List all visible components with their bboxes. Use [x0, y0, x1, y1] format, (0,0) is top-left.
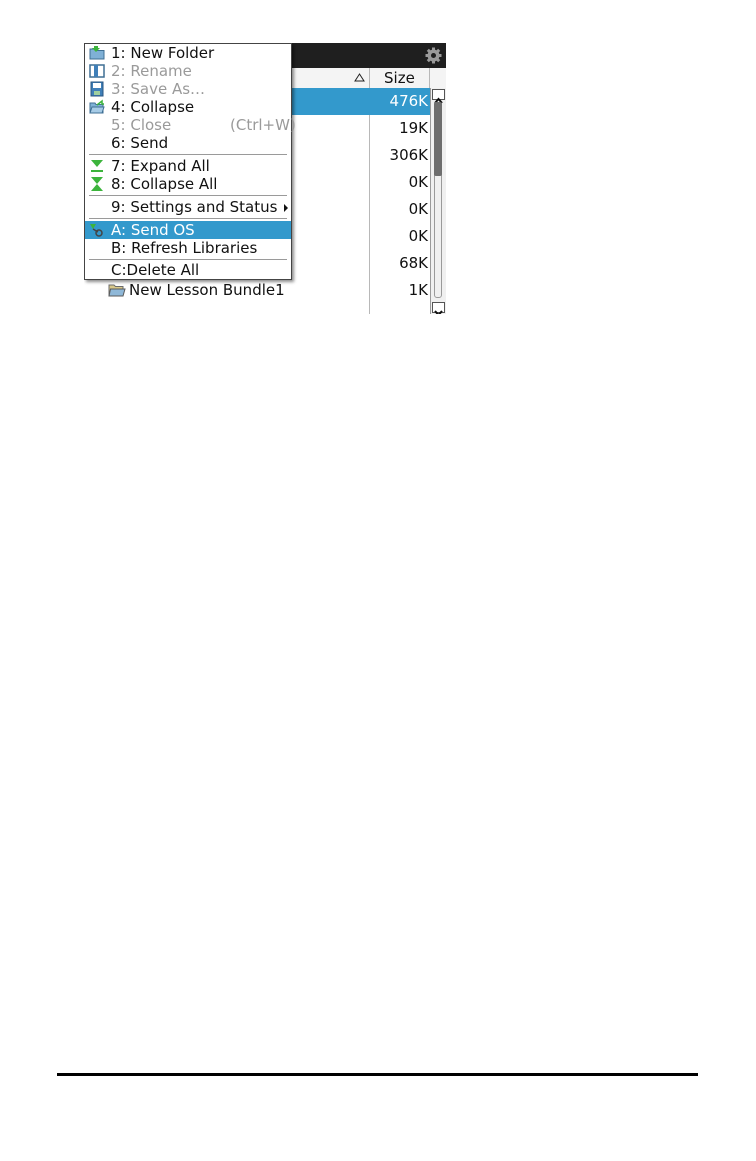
file-size: 68K	[369, 250, 430, 277]
menu-item-close[interactable]: 5: Close (Ctrl+W)	[85, 116, 296, 134]
rename-icon	[89, 64, 105, 78]
menu-item-label: 7: Expand All	[111, 157, 210, 175]
menu-separator	[89, 154, 287, 155]
menu-item-label: 2: Rename	[111, 62, 192, 80]
file-size: 0K	[369, 169, 430, 196]
menu-separator	[89, 195, 287, 196]
menu-item-collapse-all[interactable]: 8: Collapse All	[85, 175, 291, 193]
menu-item-label: B: Refresh Libraries	[111, 239, 258, 257]
gear-icon[interactable]	[425, 47, 442, 64]
send-os-icon	[90, 224, 103, 237]
submenu-arrow-icon	[284, 204, 288, 212]
menu-item-expand-all[interactable]: 7: Expand All	[85, 157, 291, 175]
scroll-thumb[interactable]	[434, 102, 442, 176]
file-size: 0K	[369, 196, 430, 223]
menu-item-label: C:Delete All	[111, 261, 200, 279]
file-size: 476K	[369, 88, 430, 115]
sort-ascending-icon[interactable]	[354, 73, 365, 82]
menu-item-send-os[interactable]: A: Send OS	[85, 221, 291, 239]
collapse-all-icon	[91, 177, 103, 191]
file-row-partial[interactable]	[84, 304, 430, 314]
size-column-header[interactable]: Size	[369, 68, 430, 88]
menu-item-delete-all[interactable]: C:Delete All	[85, 261, 291, 279]
menu-item-save-as[interactable]: 3: Save As…	[85, 80, 291, 98]
menu-item-label: A: Send OS	[111, 221, 195, 239]
new-folder-icon	[89, 46, 105, 60]
menu-separator	[89, 259, 287, 260]
menu-item-label: 6: Send	[111, 134, 169, 152]
file-name: New Lesson Bundle1	[129, 281, 285, 299]
context-menu: 1: New Folder 2: Rename 3: Save As… 4: C…	[84, 43, 296, 280]
menu-item-label: 1: New Folder	[111, 44, 215, 62]
vertical-scrollbar[interactable]	[430, 88, 446, 314]
menu-item-refresh-libraries[interactable]: B: Refresh Libraries	[85, 239, 291, 257]
lesson-bundle-folder-icon	[108, 284, 126, 297]
expand-all-icon	[91, 160, 103, 172]
scroll-down-button[interactable]	[432, 302, 445, 314]
menu-item-new-folder[interactable]: 1: New Folder	[85, 44, 291, 62]
menu-separator	[89, 218, 287, 219]
menu-item-label: 8: Collapse All	[111, 175, 218, 193]
file-size	[369, 304, 430, 314]
menu-item-settings-and-status[interactable]: 9: Settings and Status	[85, 198, 291, 216]
menu-item-shortcut: (Ctrl+W)	[230, 116, 296, 134]
menu-item-label: 9: Settings and Status	[111, 198, 278, 216]
file-size: 1K	[369, 277, 430, 304]
scroll-up-button[interactable]	[432, 89, 445, 104]
file-size: 306K	[369, 142, 430, 169]
menu-item-send[interactable]: 6: Send	[85, 134, 291, 152]
chevron-down-icon	[434, 310, 443, 314]
menu-item-label: 5: Close	[111, 116, 172, 134]
file-row[interactable]: New Lesson Bundle1 1K	[84, 277, 430, 304]
menu-item-label: 3: Save As…	[111, 80, 206, 98]
menu-item-label: 4: Collapse	[111, 98, 195, 116]
menu-item-rename[interactable]: 2: Rename	[85, 62, 291, 80]
page-bottom-rule	[57, 1073, 698, 1076]
handheld-screen: Size 476K 19K 306K 0K 0K 0K 68K New Less…	[84, 43, 446, 314]
file-size: 0K	[369, 223, 430, 250]
menu-item-collapse[interactable]: 4: Collapse	[85, 98, 291, 116]
save-icon	[90, 81, 104, 97]
file-size: 19K	[369, 115, 430, 142]
collapse-folder-icon	[89, 99, 105, 114]
